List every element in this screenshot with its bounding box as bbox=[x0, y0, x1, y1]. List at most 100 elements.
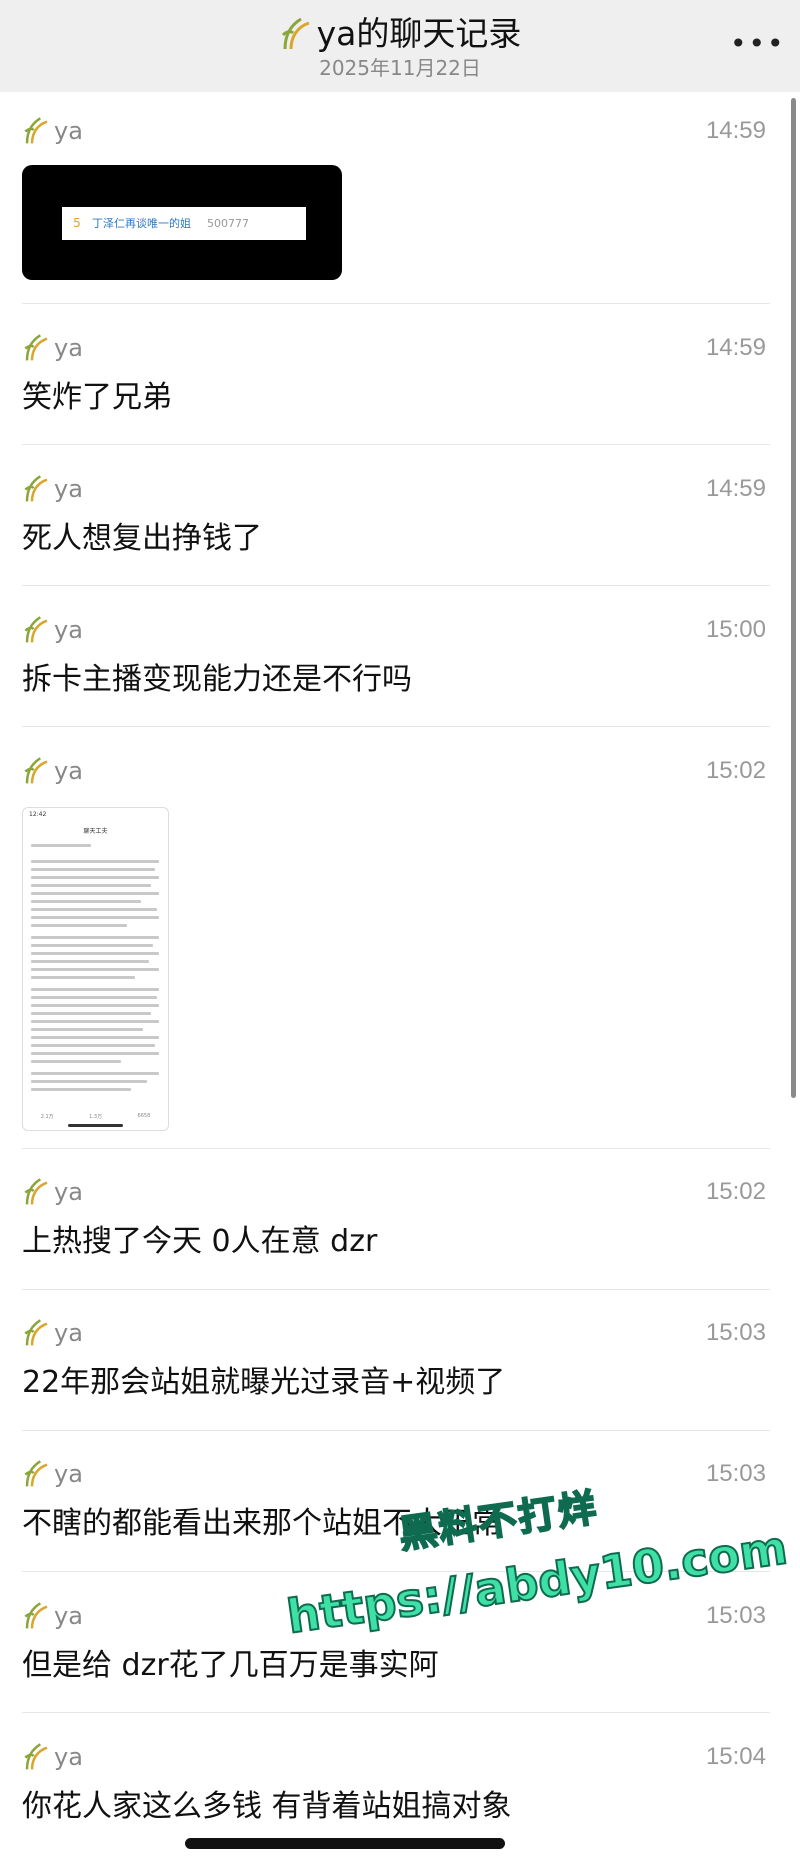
sender-name: ya bbox=[54, 1178, 83, 1206]
text-line bbox=[31, 1004, 159, 1007]
sender-name: ya bbox=[54, 1319, 83, 1347]
phone-home-indicator bbox=[68, 1124, 123, 1127]
message-sender: ya bbox=[22, 1458, 83, 1490]
divider bbox=[22, 303, 770, 304]
message-sender: ya bbox=[22, 1741, 83, 1773]
hot-search-entry: 5 丁泽仁再谈唯一的姐 500777 bbox=[62, 207, 306, 240]
sender-name: ya bbox=[54, 475, 83, 503]
message-time: 15:03 bbox=[705, 1319, 766, 1346]
message-time: 15:04 bbox=[705, 1743, 766, 1770]
message-sender: ya bbox=[22, 1176, 83, 1208]
message-time: 15:02 bbox=[705, 757, 766, 784]
message-sender: ya bbox=[22, 614, 83, 646]
text-line bbox=[31, 988, 159, 991]
text-line bbox=[31, 996, 157, 999]
text-line bbox=[31, 1012, 151, 1015]
message-time: 15:03 bbox=[705, 1602, 766, 1629]
text-line bbox=[31, 944, 153, 947]
chat-date: 2025年11月22日 bbox=[319, 56, 481, 80]
chat-title: ya的聊天记录 bbox=[316, 14, 522, 53]
rice-avatar-icon bbox=[24, 117, 48, 144]
rice-avatar-icon bbox=[24, 475, 48, 502]
text-line bbox=[31, 1060, 121, 1063]
rice-avatar-icon bbox=[24, 757, 48, 784]
rice-avatar-icon bbox=[24, 616, 48, 643]
hot-search-rank: 5 bbox=[73, 216, 81, 230]
text-line bbox=[31, 952, 159, 955]
rice-avatar-icon bbox=[24, 1602, 48, 1629]
text-line bbox=[31, 1036, 159, 1039]
message-text[interactable]: 上热搜了今天 0人在意 dzr bbox=[22, 1222, 377, 1262]
message-sender: ya bbox=[22, 473, 83, 505]
message-time: 14:59 bbox=[705, 117, 766, 144]
rice-avatar-icon bbox=[24, 334, 48, 361]
message-sender: ya bbox=[22, 332, 83, 364]
phone-action-bar: 2.1万 1.3万 6658 bbox=[23, 1113, 168, 1120]
message-time: 14:59 bbox=[705, 334, 766, 361]
divider bbox=[22, 444, 770, 445]
rice-avatar-icon bbox=[24, 1319, 48, 1346]
message-sender: ya bbox=[22, 755, 83, 787]
divider bbox=[22, 1712, 770, 1713]
chat-history-header: ya的聊天记录 2025年11月22日 ••• bbox=[0, 0, 800, 92]
message-image-hot-search[interactable]: 5 丁泽仁再谈唯一的姐 500777 bbox=[22, 165, 342, 280]
text-line bbox=[31, 844, 91, 847]
hot-search-count: 500777 bbox=[207, 217, 249, 230]
watermark-text: 黑料不打烊 bbox=[395, 1484, 601, 1557]
message-time: 15:00 bbox=[705, 616, 766, 643]
sender-name: ya bbox=[54, 1602, 83, 1630]
sender-name: ya bbox=[54, 757, 83, 785]
sender-name: ya bbox=[54, 616, 83, 644]
text-line bbox=[31, 876, 159, 879]
text-line bbox=[31, 1072, 159, 1075]
text-line bbox=[31, 1028, 143, 1031]
sender-name: ya bbox=[54, 334, 83, 362]
text-line bbox=[31, 1088, 131, 1091]
rice-avatar-icon bbox=[24, 1460, 48, 1487]
text-line bbox=[31, 1020, 159, 1023]
sender-name: ya bbox=[54, 117, 83, 145]
message-sender: ya bbox=[22, 1600, 83, 1632]
rice-avatar-icon bbox=[24, 1743, 48, 1770]
phone-status-time: 12:42 bbox=[29, 811, 47, 818]
rice-avatar-icon bbox=[24, 1178, 48, 1205]
more-options-icon[interactable]: ••• bbox=[730, 24, 784, 64]
hot-search-title: 丁泽仁再谈唯一的姐 bbox=[92, 217, 191, 230]
phone-page-title: 聊天工夫 bbox=[83, 828, 108, 835]
message-time: 15:02 bbox=[705, 1178, 766, 1205]
share-count: 6658 bbox=[137, 1113, 151, 1119]
message-sender: ya bbox=[22, 1317, 83, 1349]
text-line bbox=[31, 908, 157, 911]
message-text[interactable]: 但是给 dzr花了几百万是事实阿 bbox=[22, 1646, 439, 1686]
text-line bbox=[31, 860, 159, 863]
text-line bbox=[31, 968, 159, 971]
message-time: 14:59 bbox=[705, 475, 766, 502]
comment-count: 1.3万 bbox=[89, 1114, 103, 1120]
message-text[interactable]: 22年那会站姐就曝光过录音+视频了 bbox=[22, 1363, 505, 1403]
message-sender: ya bbox=[22, 115, 83, 147]
like-count: 2.1万 bbox=[40, 1114, 54, 1120]
message-time: 15:03 bbox=[705, 1460, 766, 1487]
message-text[interactable]: 死人想复出挣钱了 bbox=[22, 519, 262, 559]
divider bbox=[22, 1289, 770, 1290]
text-line bbox=[31, 1080, 147, 1083]
message-image-phone-screenshot[interactable]: 12:42 聊天工夫 2.1万 1.3万 6658 bbox=[22, 807, 169, 1131]
divider bbox=[22, 1148, 770, 1149]
text-line bbox=[31, 892, 159, 895]
message-text[interactable]: 拆卡主播变现能力还是不行吗 bbox=[22, 660, 412, 700]
text-line bbox=[31, 916, 159, 919]
text-line bbox=[31, 936, 159, 939]
scrollbar[interactable] bbox=[791, 98, 796, 1098]
message-text[interactable]: 笑炸了兄弟 bbox=[22, 378, 172, 418]
home-indicator[interactable] bbox=[185, 1838, 505, 1849]
sender-name: ya bbox=[54, 1460, 83, 1488]
message-text[interactable]: 你花人家这么多钱 有背着站姐搞对象 bbox=[22, 1787, 512, 1827]
divider bbox=[22, 585, 770, 586]
text-line bbox=[31, 900, 141, 903]
divider bbox=[22, 1430, 770, 1431]
text-line bbox=[31, 884, 151, 887]
text-line bbox=[31, 1044, 155, 1047]
text-line bbox=[31, 960, 149, 963]
divider bbox=[22, 726, 770, 727]
text-line bbox=[31, 868, 155, 871]
